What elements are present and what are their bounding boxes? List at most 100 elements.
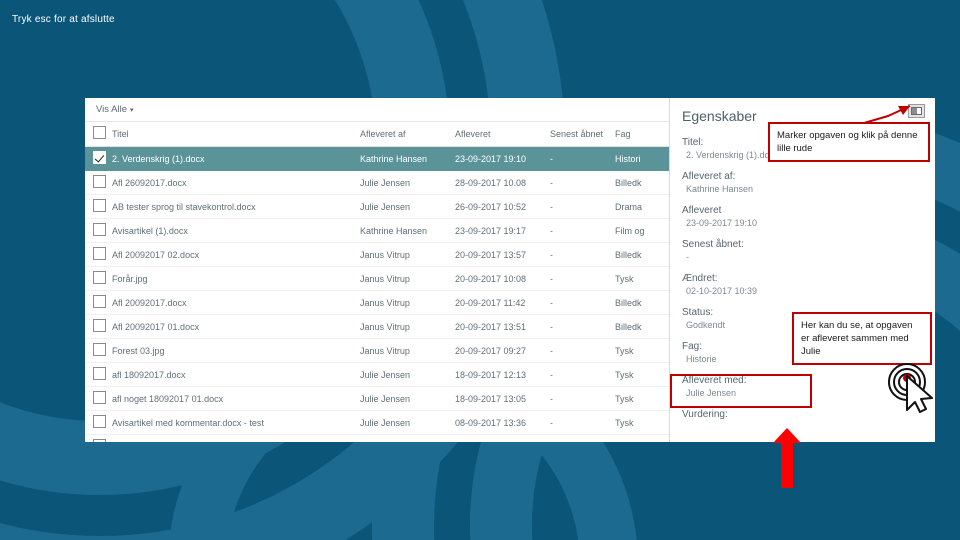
row-checkbox[interactable] [93, 367, 106, 380]
view-filter-dropdown[interactable]: Vis Alle ▾ [96, 104, 134, 115]
cell-last-opened: - [550, 218, 615, 243]
table-row[interactable]: Afl 20092017 01.docx Janus Vitrup 20-09-20… [85, 314, 669, 339]
cell-title: Afl 20092017.docx [112, 290, 360, 315]
cell-subject: Drama [615, 194, 669, 219]
select-all-checkbox[interactable] [93, 126, 106, 139]
callout-top: Marker opgaven og klik på denne lille ru… [768, 122, 930, 162]
table-row[interactable]: Afl 01.docx - testJulie Jensen07-09-2017… [85, 434, 669, 442]
cell-last-opened: - [550, 338, 615, 363]
row-checkbox-cell[interactable] [85, 314, 112, 339]
cell-submitted-by: Janus Vitrup [360, 338, 455, 363]
cell-title: Forår.jpg [112, 266, 360, 291]
cell-submitted: 18-09-2017 12:13 [455, 362, 550, 387]
row-checkbox-cell[interactable] [85, 266, 112, 291]
property-value: 02-10-2017 10:39 [686, 286, 758, 296]
cell-last-opened: - [550, 434, 615, 442]
table-row[interactable]: Avisartikel med kommentar.docx - test Jul… [85, 410, 669, 435]
property-row: Senest åbnet: - [682, 238, 935, 264]
cell-title: Afl 01.docx - test [112, 434, 360, 442]
cell-subject: Tysk [615, 386, 669, 411]
cell-subject: Tysk [615, 362, 669, 387]
column-header-title[interactable]: Titel [112, 122, 360, 147]
row-checkbox-cell[interactable] [85, 242, 112, 267]
cell-submitted-by: Julie Jensen [360, 194, 455, 219]
cell-subject: Tysk [615, 410, 669, 435]
cell-submitted: 23-09-2017 19:17 [455, 218, 550, 243]
row-checkbox-cell[interactable] [85, 194, 112, 219]
cell-title: Afl 20092017 02.docx [112, 242, 360, 267]
cell-submitted-by: Julie Jensen [360, 170, 455, 195]
cell-title: Forest 03.jpg [112, 338, 360, 363]
property-value: 23-09-2017 19:10 [686, 218, 758, 228]
table-row[interactable]: Forår.jpg Janus Vitrup 20-09-2017 10:08- Ty… [85, 266, 669, 291]
column-header-submitted-by[interactable]: Afleveret af [360, 122, 455, 147]
table-header-row: Titel Afleveret af Afleveret Senest åbne… [85, 122, 669, 147]
presentation-slide: Tryk esc for at afslutte Vis Alle ▾ Tite… [0, 0, 960, 540]
column-header-submitted[interactable]: Afleveret [455, 122, 550, 147]
table-row[interactable]: Forest 03.jpg Janus Vitrup 20-09-2017 09:2… [85, 338, 669, 363]
cell-title: AB tester sprog til stavekontrol.docx [112, 194, 360, 219]
cell-submitted-by: Janus Vitrup [360, 290, 455, 315]
row-checkbox[interactable] [93, 199, 106, 212]
cell-last-opened: - [550, 266, 615, 291]
row-checkbox-cell[interactable] [85, 218, 112, 243]
row-checkbox[interactable] [93, 271, 106, 284]
table-row[interactable]: 2. Verdenskrig (1).docx Kathrine Hansen 23… [85, 146, 669, 171]
callout-bottom: Her kan du se, at opgaven er afleveret s… [792, 312, 932, 365]
cell-last-opened: - [550, 146, 615, 171]
row-checkbox[interactable] [93, 247, 106, 260]
cell-title: Avisartikel (1).docx [112, 218, 360, 243]
row-checkbox[interactable] [93, 151, 106, 164]
property-value: Kathrine Hansen [686, 184, 754, 194]
table-row[interactable]: AB tester sprog til stavekontrol.docx Jul… [85, 194, 669, 219]
column-header-select[interactable] [85, 122, 112, 147]
property-row: Afleveret 23-09-2017 19:10 [682, 204, 935, 230]
cell-submitted: 07-09-2017 12:40 [455, 434, 550, 442]
cell-title: afl noget 18092017 01.docx [112, 386, 360, 411]
row-checkbox-cell[interactable] [85, 434, 112, 442]
row-checkbox-cell[interactable] [85, 146, 112, 171]
cell-submitted-by: Kathrine Hansen [360, 218, 455, 243]
property-label: Afleveret af: [682, 171, 736, 182]
file-table-body: 2. Verdenskrig (1).docx Kathrine Hansen 23… [85, 146, 669, 442]
cell-last-opened: - [550, 362, 615, 387]
chevron-down-icon: ▾ [129, 106, 134, 114]
row-checkbox-cell[interactable] [85, 410, 112, 435]
cell-submitted: 20-09-2017 10:08 [455, 266, 550, 291]
esc-hint-text: Tryk esc for at afslutte [12, 14, 115, 25]
row-checkbox[interactable] [93, 343, 106, 356]
row-checkbox[interactable] [93, 415, 106, 428]
red-up-arrow-icon [773, 428, 801, 488]
row-checkbox[interactable] [93, 319, 106, 332]
panel-toggle-icon[interactable] [908, 104, 925, 118]
row-checkbox[interactable] [93, 295, 106, 308]
row-checkbox[interactable] [93, 223, 106, 236]
table-row[interactable]: Afl 20092017 02.docx Janus Vitrup 20-09-20… [85, 242, 669, 267]
cell-subject: Billedk [615, 290, 669, 315]
table-row[interactable]: Avisartikel (1).docx Kathrine Hansen 23-09… [85, 218, 669, 243]
cell-title: 2. Verdenskrig (1).docx [112, 146, 360, 171]
cell-submitted: 20-09-2017 09:27 [455, 338, 550, 363]
row-checkbox-cell[interactable] [85, 290, 112, 315]
table-row[interactable]: Afl 20092017.docx Janus Vitrup 20-09-2017 … [85, 290, 669, 315]
row-checkbox[interactable] [93, 439, 106, 442]
row-checkbox-cell[interactable] [85, 362, 112, 387]
row-checkbox-cell[interactable] [85, 338, 112, 363]
column-header-subject[interactable]: Fag [615, 122, 669, 147]
table-row[interactable]: afl noget 18092017 01.docx Julie Jensen 18… [85, 386, 669, 411]
cell-last-opened: - [550, 242, 615, 267]
cell-subject: Tysk [615, 266, 669, 291]
row-checkbox[interactable] [93, 391, 106, 404]
table-row[interactable]: afl 18092017.docx Julie Jensen 18-09-2017 … [85, 362, 669, 387]
cell-submitted: 20-09-2017 13:57 [455, 242, 550, 267]
table-row[interactable]: Afl 26092017.docx Julie Jensen 28-09-2017 … [85, 170, 669, 195]
file-table: Titel Afleveret af Afleveret Senest åbne… [85, 122, 669, 442]
row-checkbox-cell[interactable] [85, 170, 112, 195]
row-checkbox[interactable] [93, 175, 106, 188]
view-filter-label: Vis Alle [96, 104, 127, 115]
file-list-toolbar: Vis Alle ▾ [85, 98, 669, 122]
column-header-last-opened[interactable]: Senest åbnet [550, 122, 615, 147]
row-checkbox-cell[interactable] [85, 386, 112, 411]
cell-title: Afl 20092017 01.docx [112, 314, 360, 339]
property-row: Ændret: 02-10-2017 10:39 [682, 272, 935, 298]
